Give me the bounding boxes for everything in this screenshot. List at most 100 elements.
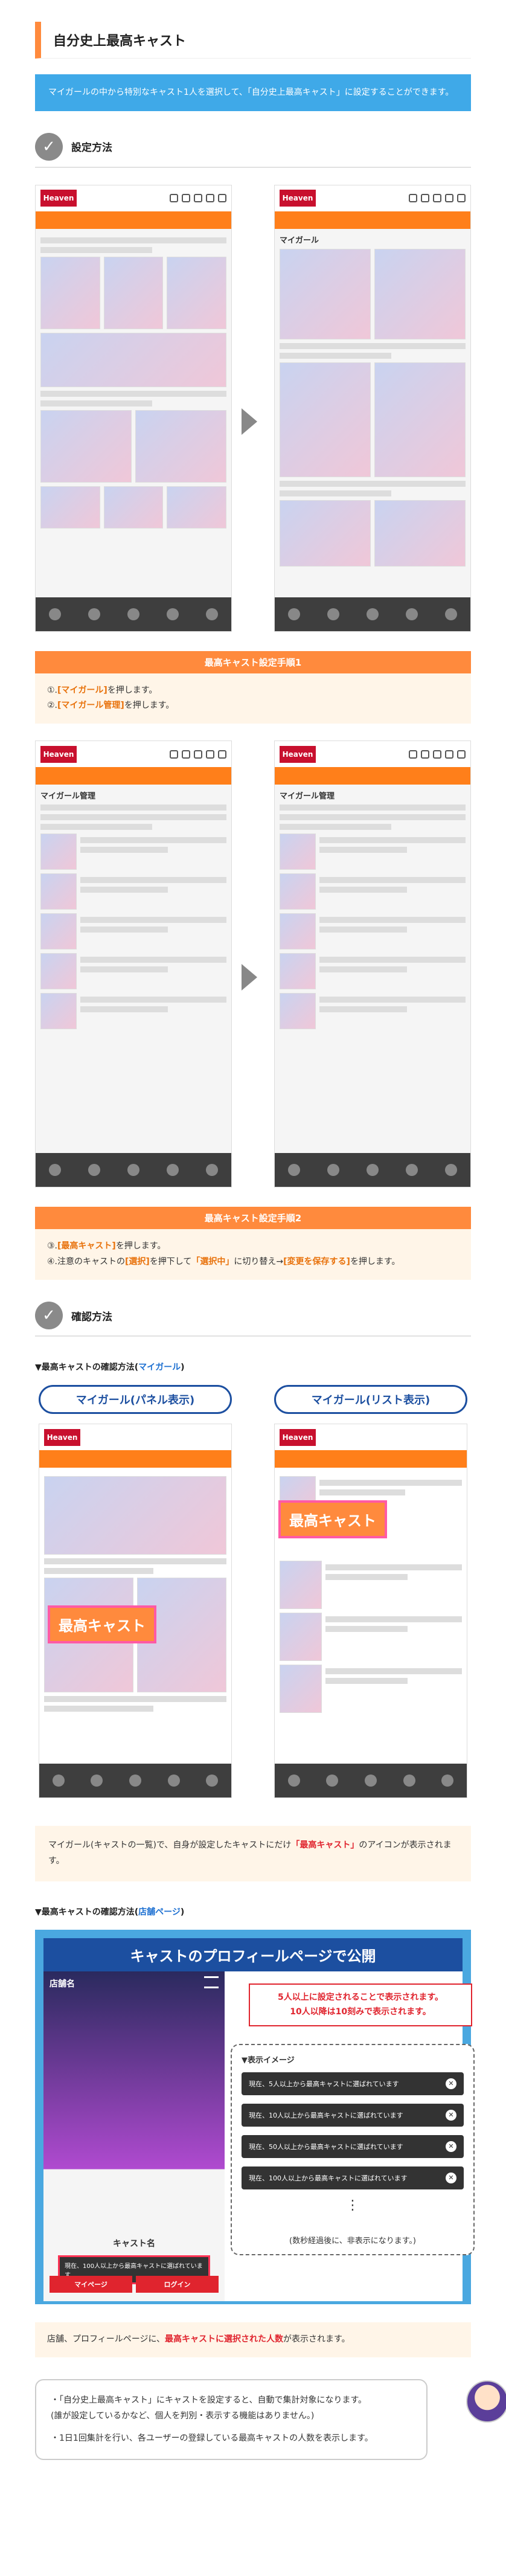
phone-header: Heaven [275, 741, 470, 769]
heaven-logo: Heaven [40, 190, 77, 207]
step2-label: 最高キャスト設定手順2 [35, 1207, 471, 1230]
page-title: 自分史上最高キャスト [35, 22, 471, 59]
step1-line1: ①.[マイガール]を押します。 [47, 685, 158, 695]
phone-screenshot-home: Heaven [35, 184, 232, 632]
mygirl-manage-heading: マイガール管理 [40, 792, 96, 801]
header-icons [409, 750, 466, 759]
section-setup-title: 設定方法 [71, 142, 112, 154]
login-button[interactable]: ログイン [136, 2275, 219, 2293]
phone-tabs [275, 213, 470, 229]
heaven-logo: Heaven [280, 190, 316, 207]
profile-banner: キャストのプロフィールページで公開 [43, 1938, 463, 1971]
confirm-shop-heading: ▼最高キャストの確認方法(店舗ページ) [35, 1907, 185, 1917]
cast-name: キャスト名 [113, 2238, 155, 2249]
final-line2: (誰が設定しているかなど、個人を判別・表示する機能はありません。) [51, 2411, 315, 2421]
header-icons [409, 194, 466, 202]
phone-body [36, 229, 231, 533]
phone-screenshot-mygirl: Heaven マイガール [274, 184, 471, 632]
phone-tabs [36, 213, 231, 229]
phone-footer-nav [36, 597, 231, 631]
list-view-column: マイガール(リスト表示) Heaven 最高キャスト [274, 1385, 467, 1799]
phone-body [39, 1468, 231, 1717]
profile-inner: 店舗名 キャスト名 現在、100人以上から最高キャストに選ばれています マイペー… [43, 1971, 475, 2301]
confirm-mygirl-note: マイガール(キャストの一覧)で、自身が設定したキャストにだけ「最高キャスト」のア… [35, 1826, 471, 1881]
step1-label: 最高キャスト設定手順1 [35, 650, 471, 673]
display-example-box: ▼表示イメージ 現在、5人以上から最高キャストに選ばれています ✕ 現在、10人以… [231, 2043, 475, 2255]
phone-footer-nav [275, 1153, 470, 1187]
phone-body: マイガール管理 [36, 785, 231, 1034]
phone-body: マイガール管理 [275, 785, 470, 1034]
heaven-logo: Heaven [280, 1428, 316, 1446]
heaven-logo: Heaven [280, 745, 316, 763]
arrow-right-icon [242, 408, 257, 435]
example-note: (数秒経過後に、非表示になります。) [289, 2236, 416, 2246]
close-icon: ✕ [446, 2172, 456, 2183]
final-line3: ・1日1回集計を行い、各ユーザーの登録している最高キャストの人数を表示します。 [51, 2433, 373, 2443]
intro-text: マイガールの中から特別なキャスト1人を選択して、「自分史上最高キャスト」に設定す… [35, 74, 471, 111]
close-icon: ✕ [446, 2078, 456, 2089]
step2-screenshots: Heaven マイガール管理 Heaven マイガール管理 [35, 740, 471, 1193]
mygirl-heading: マイガール [280, 236, 319, 245]
phone-tabs [39, 1452, 231, 1468]
example-item: 現在、10人以上から最高キャストに選ばれています ✕ [242, 2103, 464, 2127]
phone-tabs [36, 769, 231, 785]
step1-screenshots: Heaven Heaven マイガール [35, 184, 471, 638]
phone-footer-nav [275, 1764, 467, 1798]
phone-header: Heaven [36, 185, 231, 213]
mygirl-manage-heading: マイガール管理 [280, 792, 335, 801]
heaven-logo: Heaven [44, 1428, 80, 1446]
list-view-label: マイガール(リスト表示) [274, 1385, 467, 1415]
arrow-right-icon [242, 964, 257, 991]
section-setup-heading: ✓ 設定方法 [35, 132, 471, 168]
phone-footer-nav [36, 1153, 231, 1187]
step2-instructions: ③.[最高キャスト]を押します。 ④.注意のキャストの[選択]を押下して「選択中… [35, 1229, 471, 1280]
section-confirm-title: 確認方法 [71, 1311, 112, 1323]
close-icon: ✕ [446, 2141, 456, 2152]
avatar [466, 2380, 506, 2423]
panel-view-column: マイガール(パネル表示) Heaven 最高キャスト [39, 1385, 232, 1799]
example-item: 現在、5人以上から最高キャストに選ばれています ✕ [242, 2072, 464, 2095]
final-note: ・「自分史上最高キャスト」にキャストを設定すると、自動で集計対象になります。 (… [35, 2378, 506, 2460]
step2-line1: ③.[最高キャスト]を押します。 [47, 1241, 166, 1251]
example-item: 現在、50人以上から最高キャストに選ばれています ✕ [242, 2134, 464, 2158]
confirm-shop-note: 店舗、プロフィールページに、最高キャストに選択された人数が表示されます。 [35, 2322, 471, 2357]
final-line1: ・「自分史上最高キャスト」にキャストを設定すると、自動で集計対象になります。 [51, 2395, 367, 2405]
phone-tabs [275, 769, 470, 785]
panel-view-label: マイガール(パネル表示) [39, 1385, 232, 1415]
display-rule-callout: 5人以上に設定されることで表示されます。 10人以降は10刻みで表示されます。 [249, 1983, 472, 2027]
profile-section: キャストのプロフィールページで公開 店舗名 キャスト名 現在、100人以上から最… [35, 1929, 475, 2304]
phone-footer-nav [275, 597, 470, 631]
shop-name: 店舗名 [50, 1979, 75, 1989]
phone-tabs [275, 1452, 467, 1468]
list-view-phone: Heaven 最高キャスト [274, 1424, 467, 1799]
phone-header: Heaven [275, 185, 470, 213]
phone-body: マイガール [275, 229, 470, 571]
phone-header: Heaven [36, 741, 231, 769]
best-cast-badge: 最高キャスト [48, 1605, 156, 1644]
check-icon: ✓ [35, 132, 63, 161]
more-dots: ⋮ [346, 2197, 359, 2213]
check-icon: ✓ [35, 1302, 63, 1330]
menu-icon [204, 1976, 219, 1988]
mypage-button[interactable]: マイページ [50, 2275, 132, 2293]
profile-phone: 店舗名 キャスト名 現在、100人以上から最高キャストに選ばれています マイペー… [43, 1971, 225, 2301]
phone-screenshot-manage: Heaven マイガール管理 [35, 740, 232, 1188]
confirm-mygirl-screenshots: マイガール(パネル表示) Heaven 最高キャスト マイガール(リスト表示) … [35, 1385, 471, 1808]
profile-buttons: マイページ ログイン [50, 2275, 219, 2293]
panel-view-phone: Heaven 最高キャスト [39, 1424, 232, 1799]
section-confirm-heading: ✓ 確認方法 [35, 1302, 471, 1337]
heaven-logo: Heaven [40, 745, 77, 763]
step2-line2: ④.注意のキャストの[選択]を押下して「選択中」に切り替え→[変更を保存する]を… [47, 1257, 400, 1267]
phone-screenshot-select: Heaven マイガール管理 [274, 740, 471, 1188]
phone-footer-nav [39, 1764, 231, 1798]
phone-header: Heaven [275, 1424, 467, 1453]
step1-line2: ②.[マイガール管理]を押します。 [47, 701, 175, 711]
close-icon: ✕ [446, 2109, 456, 2121]
example-item: 現在、100人以上から最高キャストに選ばれています ✕ [242, 2166, 464, 2189]
header-icons [170, 194, 226, 202]
best-cast-badge: 最高キャスト [278, 1500, 387, 1539]
phone-header: Heaven [39, 1424, 231, 1453]
header-icons [170, 750, 226, 759]
example-title: ▼表示イメージ [242, 2055, 295, 2065]
confirm-mygirl-heading: ▼最高キャストの確認方法(マイガール) [35, 1363, 185, 1373]
